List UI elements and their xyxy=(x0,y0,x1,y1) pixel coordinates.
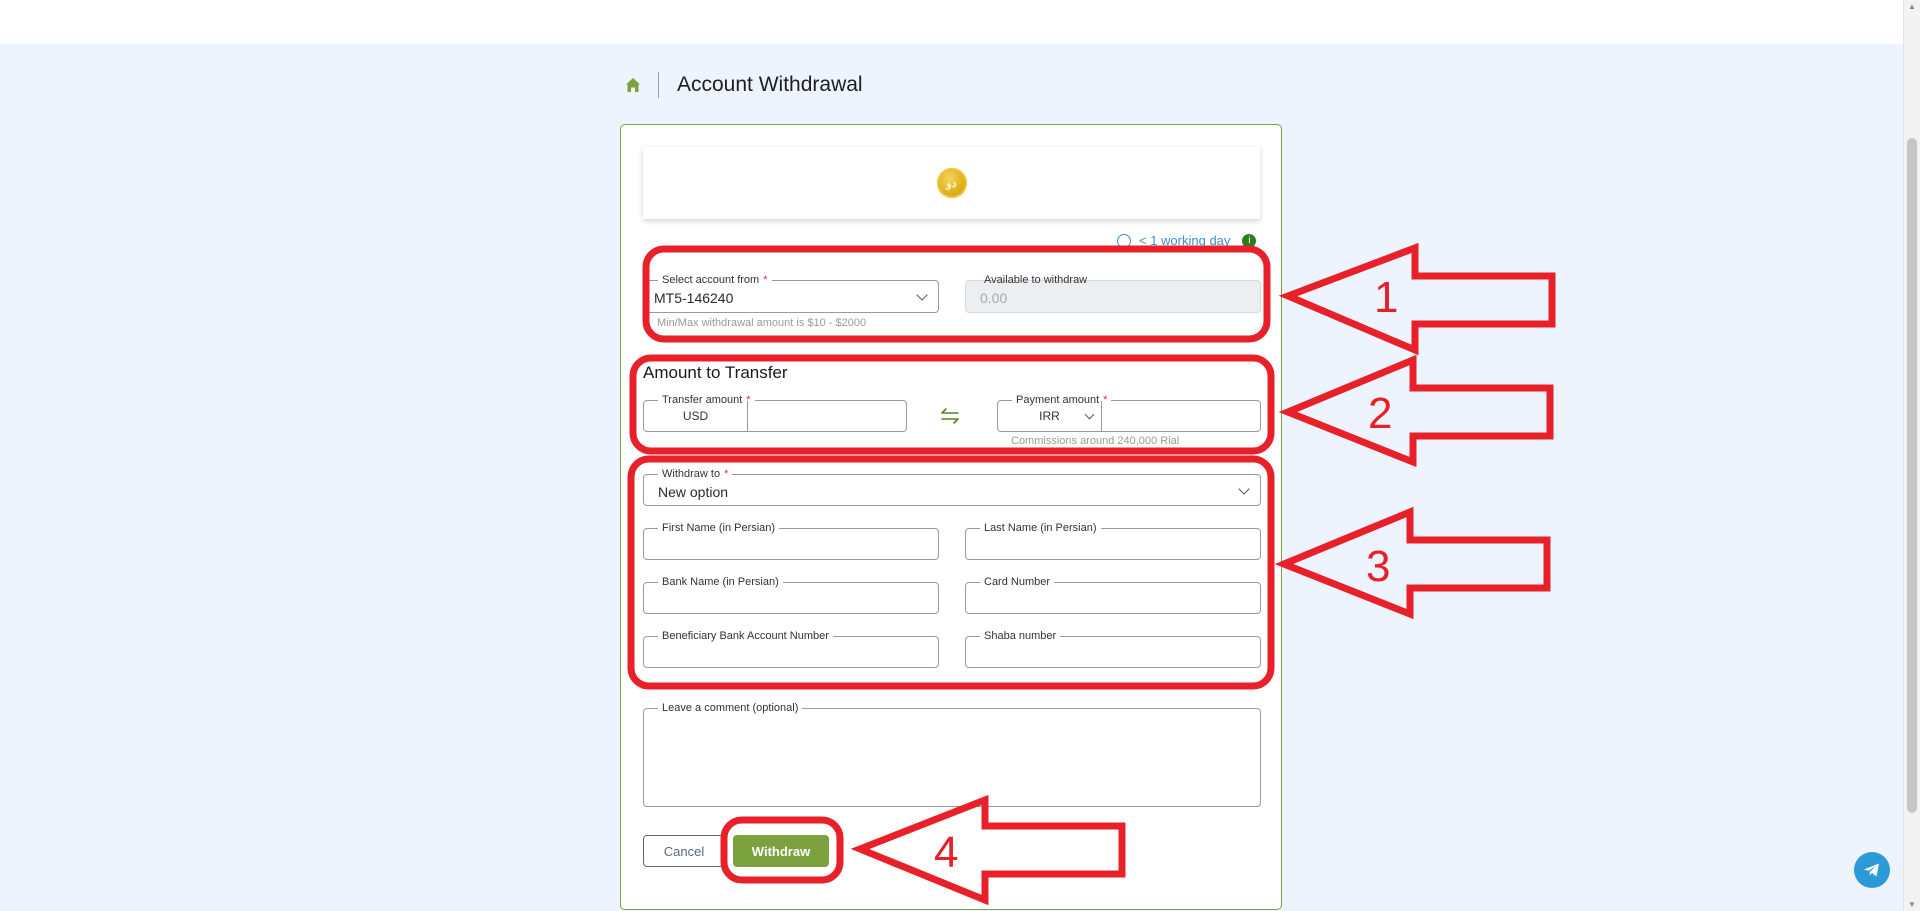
annotation-number-2: 2 xyxy=(1368,389,1392,438)
scrollbar-thumb[interactable] xyxy=(1907,138,1917,813)
annotation-arrow-3 xyxy=(1274,506,1551,620)
card-number-field[interactable]: Card Number xyxy=(965,574,1261,614)
account-select-label: Select account from * xyxy=(658,272,772,288)
logo-glyph: ﺩﻭ xyxy=(946,177,957,190)
chevron-down-icon xyxy=(1238,483,1250,495)
payment-currency-select[interactable]: IRR xyxy=(998,401,1102,431)
chevron-down-icon xyxy=(1084,409,1095,420)
payment-amount-field: Payment amount * IRR xyxy=(997,392,1261,432)
account-number-field[interactable]: Beneficiary Bank Account Number xyxy=(643,628,939,668)
page-title: Account Withdrawal xyxy=(677,73,863,96)
available-to-withdraw-field: Available to withdraw 0.00 xyxy=(965,274,1261,313)
account-number-label: Beneficiary Bank Account Number xyxy=(658,628,833,644)
comment-label: Leave a comment (optional) xyxy=(658,700,803,716)
amount-section-title: Amount to Transfer xyxy=(643,363,788,382)
shaba-number-field[interactable]: Shaba number xyxy=(965,628,1261,668)
comment-textarea[interactable]: Leave a comment (optional) xyxy=(643,700,1261,807)
annotation-arrow-2 xyxy=(1278,354,1554,468)
annotation-number-3: 3 xyxy=(1366,542,1390,591)
telegram-icon[interactable] xyxy=(1854,852,1890,888)
card-number-label: Card Number xyxy=(980,574,1055,590)
payment-method-logo-box: ﺩﻭ xyxy=(643,147,1260,219)
first-name-field[interactable]: First Name (in Persian) xyxy=(643,520,939,560)
telegram-plane-icon xyxy=(1864,863,1879,877)
transfer-amount-input[interactable] xyxy=(748,401,906,431)
last-name-field[interactable]: Last Name (in Persian) xyxy=(965,520,1261,560)
swap-icon[interactable] xyxy=(939,405,961,427)
processing-time: < 1 working day i xyxy=(1117,233,1257,248)
bank-name-field[interactable]: Bank Name (in Persian) xyxy=(643,574,939,614)
breadcrumb-divider xyxy=(658,72,659,98)
available-label: Available to withdraw xyxy=(984,274,1088,286)
browser-top-bar xyxy=(0,0,1904,44)
account-select[interactable]: Select account from * MT5-146240 xyxy=(643,272,939,313)
first-name-label: First Name (in Persian) xyxy=(658,520,780,536)
commission-hint: Commissions around 240,000 Rial xyxy=(1011,435,1180,447)
payment-amount-input[interactable] xyxy=(1102,401,1260,431)
home-icon[interactable] xyxy=(624,76,642,94)
annotation-number-1: 1 xyxy=(1374,273,1398,322)
cancel-button[interactable]: Cancel xyxy=(643,835,725,867)
transfer-currency: USD xyxy=(644,401,748,431)
processing-time-text: < 1 working day xyxy=(1139,233,1231,248)
breadcrumb: Account Withdrawal xyxy=(624,70,863,100)
payment-currency-value: IRR xyxy=(1039,409,1060,423)
chevron-down-icon xyxy=(916,289,928,301)
withdrawal-form-card: ﺩﻭ < 1 working day i Select account from… xyxy=(620,124,1282,910)
withdraw-to-value: New option xyxy=(658,484,729,500)
withdrawal-limit-hint: Min/Max withdrawal amount is $10 - $2000 xyxy=(657,317,867,329)
page-scrollbar[interactable]: ▲ ▼ xyxy=(1903,0,1920,911)
transfer-amount-field: Transfer amount * USD xyxy=(643,392,907,432)
bank-name-label: Bank Name (in Persian) xyxy=(658,574,783,590)
info-icon[interactable]: i xyxy=(1242,233,1257,248)
available-value: 0.00 xyxy=(980,290,1008,306)
withdraw-to-select[interactable]: Withdraw to * New option xyxy=(643,466,1261,506)
clock-icon xyxy=(1117,233,1131,248)
shaba-number-label: Shaba number xyxy=(980,628,1061,644)
withdraw-to-label: Withdraw to * xyxy=(658,466,733,482)
withdraw-button[interactable]: Withdraw xyxy=(733,835,829,867)
scroll-up-icon[interactable]: ▲ xyxy=(1908,2,1916,11)
annotation-arrow-1 xyxy=(1278,242,1556,356)
payment-method-logo: ﺩﻭ xyxy=(936,168,967,198)
account-select-value: MT5-146240 xyxy=(654,290,734,306)
scroll-down-icon[interactable]: ▼ xyxy=(1908,900,1916,909)
last-name-label: Last Name (in Persian) xyxy=(980,520,1101,536)
